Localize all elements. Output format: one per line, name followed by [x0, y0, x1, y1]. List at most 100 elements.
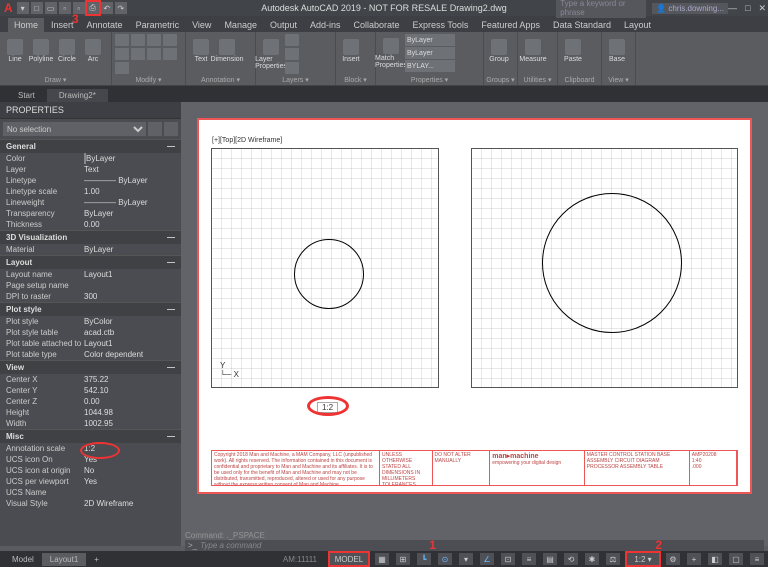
layout-tab[interactable]: Model	[4, 553, 42, 566]
property-row[interactable]: MaterialByLayer	[0, 244, 181, 255]
minimize-icon[interactable]: —	[728, 3, 737, 14]
property-row[interactable]: Linetype scale1.00	[0, 186, 181, 197]
circle-button[interactable]: Circle	[55, 34, 79, 68]
scale-icon[interactable]	[163, 48, 177, 60]
property-row[interactable]: UCS Name	[0, 487, 181, 498]
open-icon[interactable]: ▭	[45, 2, 57, 14]
property-row[interactable]: Color ByLayer	[0, 153, 181, 164]
quick-select-icon[interactable]	[148, 122, 162, 136]
snap-icon[interactable]: ⊞	[396, 553, 410, 565]
model-space-button[interactable]: MODEL	[330, 553, 368, 565]
ribbon-tab-collaborate[interactable]: Collaborate	[348, 18, 406, 32]
measure-button[interactable]: Measure	[521, 34, 545, 68]
property-section-header[interactable]: General—	[0, 139, 181, 153]
ribbon-tab-layout[interactable]: Layout	[618, 18, 657, 32]
copy-icon[interactable]	[163, 34, 177, 46]
hardware-accel-icon[interactable]: ◧	[708, 553, 722, 565]
ribbon-tab-parametric[interactable]: Parametric	[130, 18, 186, 32]
property-row[interactable]: TransparencyByLayer	[0, 208, 181, 219]
property-row[interactable]: Thickness0.00	[0, 219, 181, 230]
property-row[interactable]: Linetype———— ByLayer	[0, 175, 181, 186]
redo-icon[interactable]: ↷	[115, 2, 127, 14]
move-icon[interactable]	[115, 34, 129, 46]
osnap-icon[interactable]: ∠	[480, 553, 494, 565]
property-row[interactable]: UCS per viewportYes	[0, 476, 181, 487]
property-section-header[interactable]: Layout—	[0, 255, 181, 269]
property-row[interactable]: Annotation scale1:2	[0, 443, 181, 454]
ortho-icon[interactable]: ┗	[417, 553, 431, 565]
annotation-scale-button[interactable]: 1:2 ▾	[627, 553, 659, 565]
property-row[interactable]: Width1002.95	[0, 418, 181, 429]
ribbon-tab-annotate[interactable]: Annotate	[81, 18, 129, 32]
property-dropdown[interactable]: ByLayer	[405, 47, 455, 59]
ribbon-tab-data-standard[interactable]: Data Standard	[547, 18, 617, 32]
property-row[interactable]: Page setup name	[0, 280, 181, 291]
property-section-header[interactable]: Plot style—	[0, 302, 181, 316]
ribbon-tab-manage[interactable]: Manage	[218, 18, 263, 32]
autoscale-icon[interactable]: ⚖	[606, 553, 620, 565]
dimension-button[interactable]: Dimension	[215, 34, 239, 68]
workspace-icon[interactable]: ⚙	[666, 553, 680, 565]
fillet-icon[interactable]	[131, 48, 145, 60]
base-button[interactable]: Base	[605, 34, 629, 68]
maximize-icon[interactable]: □	[745, 3, 750, 14]
ribbon-tab-express-tools[interactable]: Express Tools	[407, 18, 475, 32]
user-menu[interactable]: 👤 chris.downing...	[652, 3, 728, 14]
property-dropdown[interactable]: BYLAY...	[405, 60, 455, 72]
help-search[interactable]: Type a keyword or phrase	[556, 0, 646, 18]
mirror-icon[interactable]	[115, 48, 129, 60]
property-row[interactable]: Visual Style2D Wireframe	[0, 498, 181, 509]
plot-icon[interactable]: ⎙	[87, 2, 99, 14]
property-row[interactable]: DPI to raster300	[0, 291, 181, 302]
viewport-1[interactable]: [+][Top][2D Wireframe] Y└─ X	[211, 148, 439, 388]
layer-lock-icon[interactable]	[285, 62, 299, 74]
layer-off-icon[interactable]	[285, 34, 299, 46]
drawing-area[interactable]: [+][Top][2D Wireframe] Y└─ X 1:2 Copyrig…	[181, 102, 768, 546]
viewport-2[interactable]	[471, 148, 738, 388]
file-tab[interactable]: Start	[6, 89, 47, 102]
property-row[interactable]: Plot style tableacad.ctb	[0, 327, 181, 338]
arc-button[interactable]: Arc	[81, 34, 105, 68]
property-row[interactable]: Plot table typeColor dependent	[0, 349, 181, 360]
annotation-monitor-icon[interactable]: +	[687, 553, 701, 565]
lineweight-icon[interactable]: ≡	[522, 553, 536, 565]
isodraft-icon[interactable]: ▾	[459, 553, 473, 565]
polar-icon[interactable]: ⊙	[438, 553, 452, 565]
property-row[interactable]: Layout nameLayout1	[0, 269, 181, 280]
ribbon-tab-view[interactable]: View	[186, 18, 217, 32]
paste-button[interactable]: Paste	[561, 34, 585, 68]
otrack-icon[interactable]: ⊡	[501, 553, 515, 565]
property-row[interactable]: Center Y542.10	[0, 385, 181, 396]
layer-properties-button[interactable]: Layer Properties	[259, 37, 283, 71]
polyline-button[interactable]: Polyline	[29, 34, 53, 68]
pickadd-icon[interactable]	[164, 122, 178, 136]
property-section-header[interactable]: 3D Visualization—	[0, 230, 181, 244]
array-icon[interactable]	[115, 62, 129, 74]
close-icon[interactable]: ✕	[758, 3, 766, 14]
file-tab[interactable]: Drawing2*	[47, 89, 108, 102]
clean-screen-icon[interactable]: ▢	[729, 553, 743, 565]
selection-cycling-icon[interactable]: ⟲	[564, 553, 578, 565]
qat-menu[interactable]: ▾	[17, 2, 29, 14]
new-icon[interactable]: □	[31, 2, 43, 14]
ribbon-tab-output[interactable]: Output	[264, 18, 303, 32]
property-row[interactable]: LayerText	[0, 164, 181, 175]
property-section-header[interactable]: View—	[0, 360, 181, 374]
text-button[interactable]: Text	[189, 34, 213, 68]
grid-icon[interactable]: ▦	[375, 553, 389, 565]
ribbon-tab-featured-apps[interactable]: Featured Apps	[475, 18, 546, 32]
save-icon[interactable]: ▫	[59, 2, 71, 14]
transparency-icon[interactable]: ▤	[543, 553, 557, 565]
group-button[interactable]: Group	[487, 34, 511, 68]
line-button[interactable]: Line	[3, 34, 27, 68]
trim-icon[interactable]	[147, 34, 161, 46]
property-row[interactable]: Plot table attached toLayout1	[0, 338, 181, 349]
command-line[interactable]: Command: ._PSPACE >_ Type a command	[181, 531, 768, 551]
property-row[interactable]: Height1044.98	[0, 407, 181, 418]
property-row[interactable]: Plot styleByColor	[0, 316, 181, 327]
property-row[interactable]: UCS icon at originNo	[0, 465, 181, 476]
property-row[interactable]: Center Z0.00	[0, 396, 181, 407]
layout-tab[interactable]: Layout1	[42, 553, 86, 566]
property-row[interactable]: Center X375.22	[0, 374, 181, 385]
add-layout-button[interactable]: +	[86, 553, 107, 566]
